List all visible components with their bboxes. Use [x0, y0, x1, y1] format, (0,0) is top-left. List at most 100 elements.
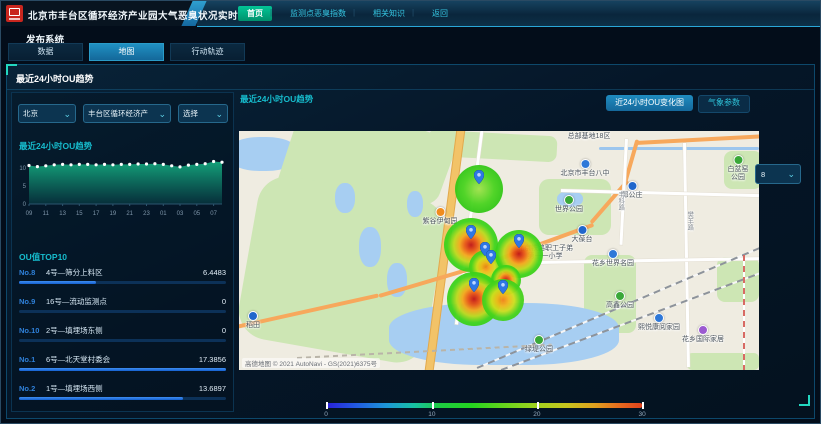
legend-tick-label: 0 — [324, 411, 328, 418]
legend-tick-label: 30 — [638, 411, 645, 418]
top10-bar — [19, 397, 183, 400]
svg-text:10: 10 — [19, 166, 26, 172]
main-panel: 最近24小时OU趋势 北京⌄丰台区循环经济产⌄选择⌄ 最近24小时OU趋势 05… — [6, 64, 815, 419]
top10-value: 0 — [222, 297, 226, 306]
svg-text:09: 09 — [26, 211, 33, 217]
app-logo — [6, 5, 23, 22]
station-pin-3[interactable] — [486, 250, 496, 264]
legend-tick — [432, 402, 434, 409]
top10-item-text: No.84号—筛分上料区6.4483 — [19, 264, 226, 278]
map-water-area — [407, 191, 423, 217]
top10-station-name: 2号—填埋场东侧 — [46, 325, 222, 336]
svg-text:5: 5 — [23, 184, 27, 190]
map-park-area — [687, 353, 759, 370]
top10-station-name: 16号—流动监测点 — [46, 296, 222, 307]
panel-title: 最近24小时OU趋势 — [16, 72, 94, 85]
chevron-down-icon: ⌄ — [215, 111, 223, 117]
panel-corner-decoration — [799, 395, 810, 406]
legend-tick — [642, 402, 644, 409]
nav-item-1[interactable]: 监测点恶臭指数 — [281, 6, 355, 21]
map-road — [683, 143, 690, 367]
station-select[interactable]: 选择⌄ — [178, 104, 228, 123]
district-select[interactable]: 丰台区循环经济产⌄ — [83, 104, 171, 123]
top10-value: 6.4483 — [203, 268, 226, 277]
poi-name: 总部基地18区 — [568, 133, 611, 141]
svg-text:07: 07 — [210, 211, 217, 217]
publish-tabs: 数据地图行动轨迹 — [8, 43, 245, 61]
app-title: 北京市丰台区循环经济产业园大气恶臭状况实时 — [28, 8, 238, 22]
svg-text:01: 01 — [160, 211, 167, 217]
hour-layer-select[interactable]: 8 ⌄ — [755, 164, 801, 184]
publish-tab-1[interactable]: 地图 — [89, 43, 164, 61]
ou-trend-chart: 0510091113151719212301030507 — [14, 151, 228, 217]
top10-item[interactable]: No.16号—北天堂村委会17.3856 — [19, 351, 226, 380]
top10-item[interactable]: No.102号—填埋场东侧0 — [19, 322, 226, 351]
map-attribution: 高德地图 © 2021 AutoNavi - GS(2021)6375号 — [242, 358, 380, 368]
map-park-area — [539, 179, 611, 235]
station-pin-5[interactable] — [469, 278, 479, 292]
top10-bar-track — [19, 397, 226, 400]
district-select-value: 丰台区循环经济产 — [88, 108, 156, 119]
map-park-area — [724, 151, 759, 189]
top10-item[interactable]: No.21号—填埋场西侧13.6897 — [19, 380, 226, 409]
filter-row: 北京⌄丰台区循环经济产⌄选择⌄ — [18, 104, 228, 123]
app-window: 北京市丰台区循环经济产业园大气恶臭状况实时 首页监测点恶臭指数相关知识返回 发布… — [0, 0, 821, 424]
top10-value: 17.3856 — [199, 355, 226, 364]
map-railway — [743, 255, 745, 370]
city-select[interactable]: 北京⌄ — [18, 104, 76, 123]
mall-icon — [698, 325, 708, 335]
svg-text:11: 11 — [43, 211, 50, 217]
svg-text:23: 23 — [143, 211, 150, 217]
top10-item-text: No.916号—流动监测点0 — [19, 293, 226, 307]
top10-bar-track — [19, 281, 226, 284]
map-water-area — [359, 227, 381, 267]
station-pin-6[interactable] — [498, 280, 508, 294]
map-water-area — [557, 191, 583, 207]
svg-text:13: 13 — [59, 211, 66, 217]
top10-rank: No.10 — [19, 326, 46, 335]
top10-title: OU值TOP10 — [19, 251, 67, 263]
station-select-value: 选择 — [183, 108, 213, 119]
top10-list: No.84号—筛分上料区6.4483No.916号—流动监测点0No.102号—… — [19, 264, 226, 409]
top10-item-text: No.16号—北天堂村委会17.3856 — [19, 351, 226, 365]
building-icon — [654, 313, 664, 323]
top10-value: 0 — [222, 326, 226, 335]
map-buttons: 近24小时OU变化图气象参数 — [606, 95, 750, 113]
sidebar: 北京⌄丰台区循环经济产⌄选择⌄ 最近24小时OU趋势 0510091113151… — [11, 92, 234, 412]
chevron-down-icon: ⌄ — [63, 111, 71, 117]
legend-tick-label: 10 — [428, 411, 435, 418]
map-road — [636, 134, 759, 145]
station-pin-4[interactable] — [514, 234, 524, 248]
city-select-value: 北京 — [23, 108, 61, 119]
top10-station-name: 1号—填埋场西侧 — [46, 383, 199, 394]
top10-rank: No.8 — [19, 268, 46, 277]
top10-rank: No.2 — [19, 384, 46, 393]
legend-tick-label: 20 — [533, 411, 540, 418]
top10-item[interactable]: No.84号—筛分上料区6.4483 — [19, 264, 226, 293]
map-canvas[interactable]: 紫谷伊甸园世界公园北京市丰台八中总部基地18区郭公庄大葆台白盆窑公园花乡世界名园… — [239, 131, 759, 370]
publish-tab-2[interactable]: 行动轨迹 — [170, 43, 245, 61]
top10-station-name: 4号—筛分上料区 — [46, 267, 203, 278]
top10-value: 13.6897 — [199, 384, 226, 393]
nav-item-0[interactable]: 首页 — [238, 6, 272, 21]
top10-bar-track — [19, 339, 226, 342]
svg-text:15: 15 — [76, 211, 83, 217]
top10-bar-track — [19, 368, 226, 371]
chevron-down-icon: ⌄ — [787, 171, 795, 177]
svg-text:19: 19 — [110, 211, 117, 217]
top10-rank: No.9 — [19, 297, 46, 306]
nav-item-2[interactable]: 相关知识 — [364, 6, 414, 21]
map-button-1[interactable]: 气象参数 — [698, 95, 750, 113]
publish-tab-0[interactable]: 数据 — [8, 43, 83, 61]
nav-item-3[interactable]: 返回 — [423, 6, 457, 21]
app-logo-mark — [9, 8, 20, 16]
map-section-title: 最近24小时OU趋势 — [240, 93, 313, 105]
top10-item[interactable]: No.916号—流动监测点0 — [19, 293, 226, 322]
map-water-area — [335, 183, 355, 213]
station-pin-1[interactable] — [466, 225, 476, 239]
map-river — [599, 147, 759, 150]
map-button-0[interactable]: 近24小时OU变化图 — [606, 95, 693, 111]
legend-gradient-bar — [326, 403, 642, 408]
station-pin-0[interactable] — [474, 170, 484, 184]
svg-text:21: 21 — [126, 211, 133, 217]
